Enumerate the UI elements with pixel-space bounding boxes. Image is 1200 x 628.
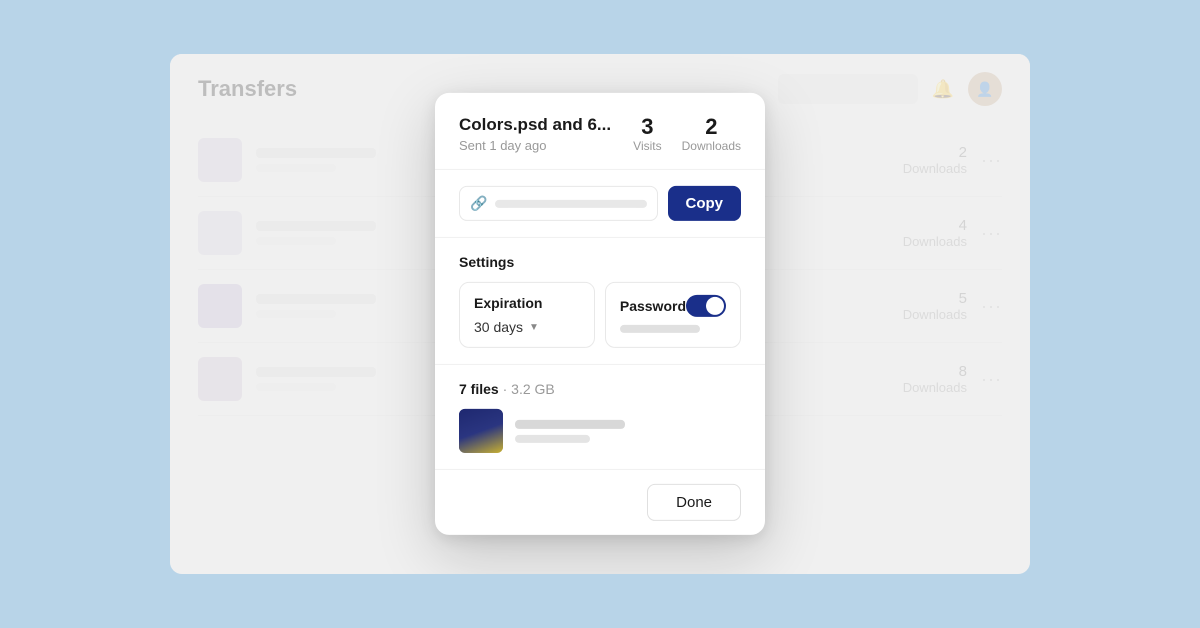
stat-downloads: 2 Downloads: [682, 115, 741, 153]
file-item: [459, 409, 741, 453]
expiration-header: Expiration: [474, 295, 580, 311]
files-header: 7 files · 3.2 GB: [459, 381, 741, 397]
modal-stats: 3 Visits 2 Downloads: [633, 115, 741, 153]
modal-subtitle: Sent 1 day ago: [459, 138, 611, 153]
modal-header: Colors.psd and 6... Sent 1 day ago 3 Vis…: [435, 93, 765, 170]
link-icon: 🔗: [470, 195, 487, 212]
toggle-thumb: [706, 297, 724, 315]
modal-title: Colors.psd and 6...: [459, 115, 611, 135]
copy-button[interactable]: Copy: [668, 186, 742, 221]
modal-title-group: Colors.psd and 6... Sent 1 day ago: [459, 115, 611, 153]
expiration-card: Expiration 30 days ▼: [459, 282, 595, 348]
password-header: Password: [620, 295, 726, 317]
file-name-bar: [515, 420, 625, 429]
visits-value: 3: [633, 115, 661, 139]
file-thumb-inner: [459, 409, 503, 453]
files-count: 7 files: [459, 381, 499, 397]
password-placeholder: [620, 325, 700, 333]
visits-label: Visits: [633, 139, 661, 153]
expiration-dropdown[interactable]: 30 days ▼: [474, 319, 580, 335]
link-url-bar: [495, 200, 646, 208]
files-section: 7 files · 3.2 GB: [435, 365, 765, 470]
password-toggle[interactable]: [686, 295, 726, 317]
app-window: Transfers 🔔 👤 2 Downloads ···: [170, 54, 1030, 574]
file-thumbnail: [459, 409, 503, 453]
modal-header-top: Colors.psd and 6... Sent 1 day ago 3 Vis…: [459, 115, 741, 153]
settings-cards: Expiration 30 days ▼ Password: [459, 282, 741, 348]
link-input-wrap[interactable]: 🔗: [459, 186, 658, 221]
password-card: Password: [605, 282, 741, 348]
files-size: 3.2 GB: [511, 381, 555, 397]
downloads-value: 2: [682, 115, 741, 139]
transfer-detail-modal: Colors.psd and 6... Sent 1 day ago 3 Vis…: [435, 93, 765, 535]
expiration-label: Expiration: [474, 295, 542, 311]
link-copy-row: 🔗 Copy: [435, 170, 765, 238]
modal-footer: Done: [435, 470, 765, 535]
expiration-value: 30 days: [474, 319, 523, 335]
chevron-down-icon: ▼: [529, 322, 539, 333]
file-meta-bar: [515, 435, 590, 443]
password-label: Password: [620, 298, 686, 314]
stat-visits: 3 Visits: [633, 115, 661, 153]
file-info: [515, 420, 741, 443]
files-size-separator: ·: [503, 381, 512, 397]
settings-section: Settings Expiration 30 days ▼ Password: [435, 238, 765, 365]
done-button[interactable]: Done: [647, 484, 741, 521]
downloads-label: Downloads: [682, 139, 741, 153]
settings-title: Settings: [459, 254, 741, 270]
